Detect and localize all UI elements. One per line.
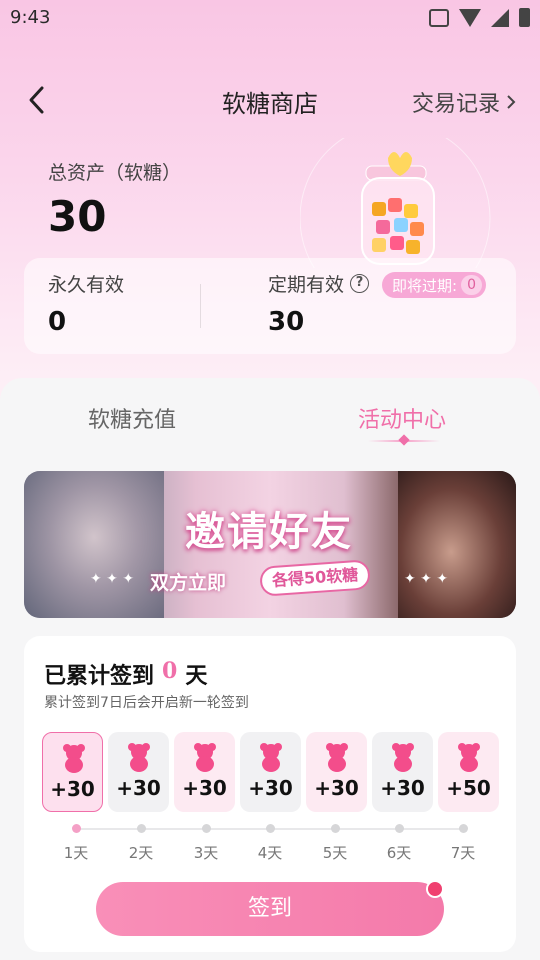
permanent-value: 0 [48,307,67,337]
expiring-count: 0 [461,275,482,295]
checkin-day-1[interactable]: +30 [42,732,103,812]
progress-dot [266,824,275,833]
day-label: 4天 [257,844,283,862]
candy-jar-illustration [300,138,491,268]
day-label: 1天 [63,844,89,862]
signal-icon [491,8,509,27]
help-icon[interactable]: ? [350,274,370,293]
timed-label: 定期有效 [268,274,345,296]
day-label: 5天 [322,844,348,862]
day-reward: +50 [446,776,491,800]
checkin-day-5[interactable]: +30 [306,732,367,812]
progress-dot [72,824,81,833]
battery-icon [519,8,530,27]
permanent-section: 永久有效 0 [48,270,124,337]
checkin-day-7[interactable]: +50 [438,732,499,812]
checkin-description: 累计签到7日后会开启新一轮签到 [44,695,249,711]
day-reward: +30 [50,777,95,801]
sparkle-icon: ✦ ✦ ✦ [90,571,135,587]
tab-activity-center[interactable]: 活动中心 [358,402,446,434]
gummy-bear-icon [194,743,216,772]
day-reward: +30 [248,776,293,800]
sparkle-icon: ✦ ✦ ✦ [404,571,449,587]
expiring-badge: 即将过期: 0 [382,272,486,298]
timed-label-row: 定期有效 ? [268,270,370,297]
total-assets-value: 30 [48,192,107,241]
day-reward: +30 [380,776,425,800]
expiring-label: 即将过期: [392,276,458,295]
checkin-day-6[interactable]: +30 [372,732,433,812]
gummy-bear-icon [458,743,480,772]
checkin-day-3[interactable]: +30 [174,732,235,812]
checkin-title-suffix: 天 [185,663,208,689]
progress-dot [202,824,211,833]
day-label: 6天 [386,844,412,862]
status-time: 9:43 [10,7,51,28]
status-icons [429,8,530,27]
tab-recharge[interactable]: 软糖充值 [88,402,176,434]
total-assets-label: 总资产（软糖） [48,162,182,184]
banner-character-right [398,471,516,618]
day-reward: +30 [116,776,161,800]
tab-indicator-heart-icon [398,434,410,446]
checkin-card: 已累计签到 0 天 累计签到7日后会开启新一轮签到 +30 +30 +30 +3… [24,636,516,952]
banner-character-left [24,471,164,618]
banner-title: 邀请好友 [185,508,353,555]
transaction-history-link[interactable]: 交易记录 [412,86,516,118]
gummy-bear-icon [392,743,414,772]
main-panel: 软糖充值 活动中心 邀请好友 ✦ ✦ ✦ 双方立即 各得50软糖 ✦ ✦ ✦ 已… [0,378,540,960]
notification-dot [426,880,444,898]
divider [200,284,201,328]
gummy-bear-icon [326,743,348,772]
invite-friends-banner[interactable]: 邀请好友 ✦ ✦ ✦ 双方立即 各得50软糖 ✦ ✦ ✦ [24,471,516,618]
checkin-day-4[interactable]: +30 [240,732,301,812]
history-label: 交易记录 [411,92,500,117]
timed-section: 定期有效 ? 30 [268,270,370,337]
vibrate-icon [429,8,449,27]
day-label: 3天 [193,844,219,862]
wifi-icon [459,8,481,27]
progress-dot [331,824,340,833]
chevron-right-icon [507,95,516,109]
checkin-title-prefix: 已累计签到 [44,663,155,689]
checkin-count: 0 [162,658,178,684]
timed-value: 30 [268,307,305,337]
permanent-label: 永久有效 [48,274,125,296]
gummy-bear-icon [260,743,282,772]
day-reward: +30 [314,776,359,800]
validity-card: 永久有效 0 定期有效 ? 30 即将过期: 0 [24,258,516,354]
checkin-title: 已累计签到 0 天 [44,658,207,690]
banner-reward-pill: 各得50软糖 [259,559,372,597]
gummy-bear-icon [128,743,150,772]
checkin-button[interactable]: 签到 [96,882,444,936]
progress-dot [395,824,404,833]
checkin-days: +30 +30 +30 +30 +30 +30 +50 [42,732,499,812]
header: 软糖商店 交易记录 [0,78,540,122]
status-bar: 9:43 [0,0,540,36]
banner-subtitle: 双方立即 [150,572,227,594]
checkin-day-2[interactable]: +30 [108,732,169,812]
day-label: 7天 [450,844,476,862]
gummy-bear-icon [63,744,85,773]
progress-dot [459,824,468,833]
progress-dot [137,824,146,833]
day-reward: +30 [182,776,227,800]
day-label: 2天 [128,844,154,862]
